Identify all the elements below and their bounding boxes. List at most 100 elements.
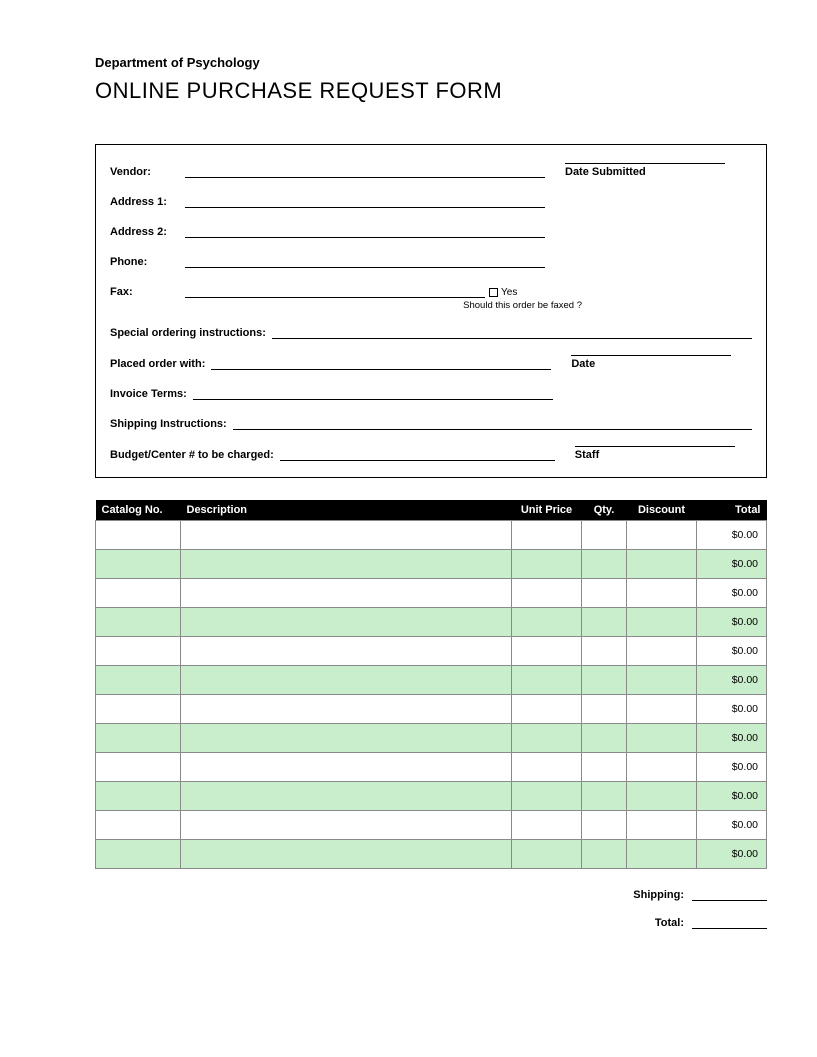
date-submitted-label: Date Submitted	[565, 163, 725, 178]
placed-order-label: Placed order with:	[110, 358, 211, 370]
cell-unit_price[interactable]	[512, 666, 582, 695]
cell-discount[interactable]	[627, 695, 697, 724]
cell-description[interactable]	[181, 521, 512, 550]
cell-description[interactable]	[181, 608, 512, 637]
table-row: $0.00	[96, 666, 767, 695]
cell-qty[interactable]	[582, 666, 627, 695]
cell-discount[interactable]	[627, 782, 697, 811]
table-row: $0.00	[96, 724, 767, 753]
table-row: $0.00	[96, 579, 767, 608]
cell-description[interactable]	[181, 811, 512, 840]
invoice-terms-label: Invoice Terms:	[110, 388, 193, 400]
cell-unit_price[interactable]	[512, 608, 582, 637]
cell-discount[interactable]	[627, 811, 697, 840]
fax-yes-label: Yes	[501, 287, 517, 298]
cell-description[interactable]	[181, 550, 512, 579]
cell-qty[interactable]	[582, 840, 627, 869]
cell-unit_price[interactable]	[512, 724, 582, 753]
department-heading: Department of Psychology	[95, 55, 767, 70]
cell-discount[interactable]	[627, 840, 697, 869]
address2-label: Address 2:	[110, 226, 185, 238]
cell-description[interactable]	[181, 782, 512, 811]
cell-discount[interactable]	[627, 608, 697, 637]
page: Department of Psychology ONLINE PURCHASE…	[0, 0, 817, 983]
cell-description[interactable]	[181, 753, 512, 782]
total-label: Total:	[655, 917, 684, 929]
cell-discount[interactable]	[627, 666, 697, 695]
cell-catalog[interactable]	[96, 608, 181, 637]
cell-description[interactable]	[181, 579, 512, 608]
th-discount: Discount	[627, 500, 697, 521]
cell-catalog[interactable]	[96, 695, 181, 724]
cell-discount[interactable]	[627, 579, 697, 608]
address2-input[interactable]	[185, 224, 545, 238]
vendor-input[interactable]	[185, 164, 545, 178]
cell-total: $0.00	[697, 782, 767, 811]
cell-qty[interactable]	[582, 550, 627, 579]
fax-yes-option[interactable]: Yes	[489, 287, 517, 298]
cell-catalog[interactable]	[96, 637, 181, 666]
table-row: $0.00	[96, 840, 767, 869]
staff-label: Staff	[575, 446, 735, 461]
shipping-instructions-input[interactable]	[233, 416, 752, 430]
cell-discount[interactable]	[627, 753, 697, 782]
cell-qty[interactable]	[582, 782, 627, 811]
checkbox-icon[interactable]	[489, 288, 498, 297]
cell-qty[interactable]	[582, 579, 627, 608]
cell-catalog[interactable]	[96, 521, 181, 550]
cell-qty[interactable]	[582, 608, 627, 637]
cell-description[interactable]	[181, 695, 512, 724]
placed-order-input[interactable]	[211, 356, 551, 370]
cell-total: $0.00	[697, 811, 767, 840]
cell-discount[interactable]	[627, 724, 697, 753]
address1-label: Address 1:	[110, 196, 185, 208]
cell-description[interactable]	[181, 724, 512, 753]
cell-qty[interactable]	[582, 637, 627, 666]
cell-catalog[interactable]	[96, 579, 181, 608]
vendor-section: Vendor: Date Submitted Address 1: Addres…	[95, 144, 767, 478]
cell-catalog[interactable]	[96, 666, 181, 695]
th-unit-price: Unit Price	[512, 500, 582, 521]
cell-qty[interactable]	[582, 753, 627, 782]
cell-description[interactable]	[181, 840, 512, 869]
budget-input[interactable]	[280, 447, 555, 461]
cell-discount[interactable]	[627, 637, 697, 666]
table-row: $0.00	[96, 782, 767, 811]
cell-unit_price[interactable]	[512, 637, 582, 666]
cell-qty[interactable]	[582, 521, 627, 550]
cell-unit_price[interactable]	[512, 695, 582, 724]
cell-unit_price[interactable]	[512, 811, 582, 840]
date-label: Date	[571, 355, 731, 370]
cell-discount[interactable]	[627, 550, 697, 579]
cell-unit_price[interactable]	[512, 579, 582, 608]
cell-qty[interactable]	[582, 695, 627, 724]
shipping-value[interactable]	[692, 887, 767, 901]
cell-catalog[interactable]	[96, 724, 181, 753]
cell-catalog[interactable]	[96, 753, 181, 782]
fax-input[interactable]	[185, 284, 485, 298]
th-description: Description	[181, 500, 512, 521]
special-instructions-input[interactable]	[272, 325, 752, 339]
phone-input[interactable]	[185, 254, 545, 268]
cell-catalog[interactable]	[96, 811, 181, 840]
cell-description[interactable]	[181, 637, 512, 666]
cell-qty[interactable]	[582, 724, 627, 753]
cell-discount[interactable]	[627, 521, 697, 550]
cell-unit_price[interactable]	[512, 521, 582, 550]
cell-unit_price[interactable]	[512, 550, 582, 579]
cell-total: $0.00	[697, 550, 767, 579]
cell-catalog[interactable]	[96, 782, 181, 811]
invoice-terms-input[interactable]	[193, 386, 553, 400]
cell-description[interactable]	[181, 666, 512, 695]
cell-catalog[interactable]	[96, 840, 181, 869]
total-value[interactable]	[692, 915, 767, 929]
shipping-instructions-label: Shipping Instructions:	[110, 418, 233, 430]
cell-qty[interactable]	[582, 811, 627, 840]
th-qty: Qty.	[582, 500, 627, 521]
address1-input[interactable]	[185, 194, 545, 208]
shipping-label: Shipping:	[633, 889, 684, 901]
cell-unit_price[interactable]	[512, 840, 582, 869]
cell-unit_price[interactable]	[512, 753, 582, 782]
cell-catalog[interactable]	[96, 550, 181, 579]
cell-unit_price[interactable]	[512, 782, 582, 811]
